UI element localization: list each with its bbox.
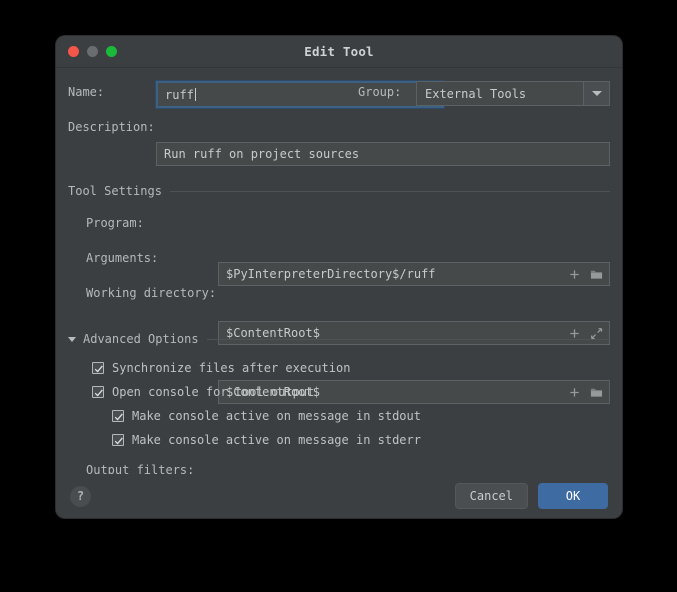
program-input[interactable]: $PyInterpreterDirectory$/ruff	[218, 262, 610, 286]
section-divider	[169, 190, 610, 192]
chevron-down-icon[interactable]	[68, 336, 76, 342]
checkbox-box[interactable]	[112, 410, 124, 422]
footer-buttons: Cancel OK	[454, 483, 608, 509]
group-select-value: External Tools	[425, 86, 527, 101]
program-field-icons	[568, 263, 603, 285]
working-directory-field-icons	[568, 381, 603, 403]
group-row: Group:	[358, 85, 401, 99]
checkmark-icon	[114, 413, 123, 421]
checkbox-label: Make console active on message in stderr	[132, 433, 421, 447]
group-label: Group:	[358, 85, 402, 99]
arguments-label: Arguments:	[86, 251, 159, 265]
window-controls	[68, 46, 117, 57]
checkbox-box[interactable]	[92, 386, 104, 398]
minimize-window-button[interactable]	[87, 46, 98, 57]
advanced-options-title: Advanced Options	[83, 332, 199, 346]
program-row: Program:	[86, 216, 144, 230]
title-bar: Edit Tool	[56, 36, 622, 68]
checkbox-box[interactable]	[112, 434, 124, 446]
checkbox-console-active-stderr[interactable]: Make console active on message in stderr	[112, 433, 421, 447]
checkbox-synchronize-files[interactable]: Synchronize files after execution	[92, 361, 350, 375]
checkbox-console-active-stdout[interactable]: Make console active on message in stdout	[112, 409, 421, 423]
browse-folder-icon[interactable]	[590, 386, 603, 399]
tool-settings-title: Tool Settings	[68, 184, 162, 198]
insert-macro-icon[interactable]	[568, 386, 581, 399]
checkbox-label: Synchronize files after execution	[112, 361, 351, 375]
group-select-arrow[interactable]	[583, 82, 609, 105]
checkbox-open-console[interactable]: Open console for tool output	[92, 385, 314, 399]
name-label: Name:	[68, 85, 105, 99]
description-input-value: Run ruff on project sources	[164, 147, 360, 161]
program-label: Program:	[86, 216, 144, 230]
checkmark-icon	[114, 437, 123, 445]
tool-settings-section-header: Tool Settings	[68, 184, 610, 198]
checkbox-label: Make console active on message in stdout	[132, 409, 421, 423]
edit-tool-dialog: Edit Tool Name: ruff Group: External Too…	[56, 36, 622, 518]
group-select[interactable]: External Tools	[416, 81, 610, 106]
name-input-value: ruff	[165, 87, 194, 102]
close-window-button[interactable]	[68, 46, 79, 57]
checkmark-icon	[94, 365, 103, 373]
advanced-options-section-header[interactable]: Advanced Options	[68, 332, 610, 346]
chevron-down-icon	[591, 91, 602, 96]
name-row: Name:	[68, 85, 156, 99]
dialog-body: Name: ruff Group: External Tools Descrip…	[56, 68, 622, 503]
zoom-window-button[interactable]	[106, 46, 117, 57]
description-row: Description:	[68, 120, 155, 134]
working-directory-row: Working directory:	[86, 286, 216, 300]
cancel-button[interactable]: Cancel	[454, 483, 528, 509]
ok-button[interactable]: OK	[538, 483, 608, 509]
arguments-row: Arguments:	[86, 251, 158, 265]
checkbox-box[interactable]	[92, 362, 104, 374]
working-directory-label: Working directory:	[86, 286, 217, 300]
help-button[interactable]: ?	[70, 485, 91, 507]
program-input-value: $PyInterpreterDirectory$/ruff	[226, 267, 436, 281]
description-input[interactable]: Run ruff on project sources	[156, 142, 610, 166]
browse-folder-icon[interactable]	[590, 268, 603, 281]
dialog-footer: ? Cancel OK	[56, 474, 622, 518]
description-label: Description:	[68, 120, 155, 134]
checkmark-icon	[94, 389, 103, 397]
text-caret	[194, 88, 196, 101]
insert-macro-icon[interactable]	[568, 268, 581, 281]
checkbox-label: Open console for tool output	[112, 385, 315, 399]
section-divider	[206, 338, 610, 340]
window-title: Edit Tool	[304, 44, 374, 59]
